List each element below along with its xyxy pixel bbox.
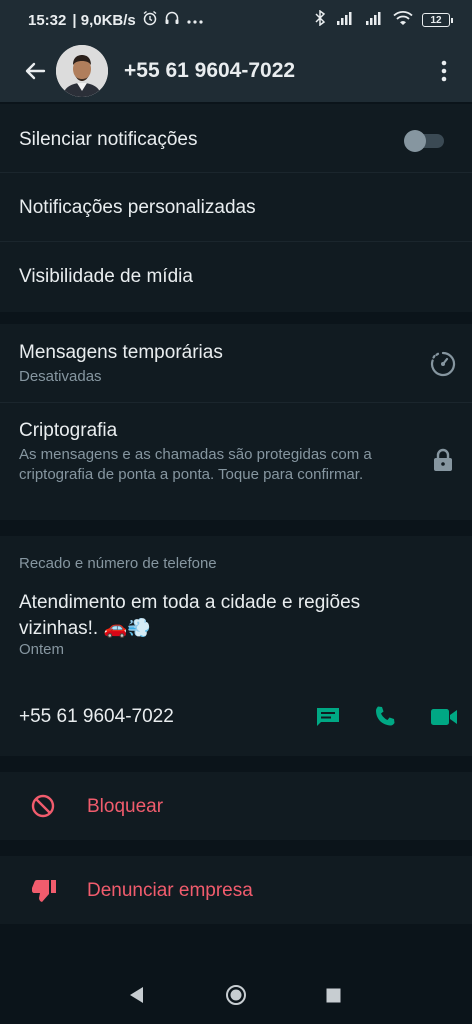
- media-visibility-row[interactable]: Visibilidade de mídia: [0, 242, 472, 312]
- block-label: Bloquear: [87, 796, 164, 817]
- report-business-row[interactable]: Denunciar empresa: [0, 856, 472, 924]
- about-status-date: Ontem: [19, 641, 65, 658]
- alarm-icon: [142, 10, 158, 30]
- thumbs-down-icon: [31, 879, 57, 908]
- mute-notifications-row[interactable]: Silenciar notificações: [0, 104, 472, 172]
- notification-settings-section: Silenciar notificações Notificações pers…: [0, 104, 472, 312]
- privacy-section: Mensagens temporárias Desativadas Cripto…: [0, 324, 472, 520]
- about-and-phone-section: Recado e número de telefone Atendimento …: [0, 536, 472, 756]
- status-bar: 15:32 | 9,0KB/s 12: [0, 0, 472, 40]
- wifi-icon: [393, 10, 413, 30]
- network-speed: | 9,0KB/s: [72, 11, 136, 29]
- report-business-label: Denunciar empresa: [87, 880, 253, 901]
- media-visibility-label: Visibilidade de mídia: [19, 266, 193, 287]
- contact-name[interactable]: +55 61 9604-7022: [124, 59, 295, 83]
- nav-back-icon[interactable]: [128, 986, 144, 1009]
- bluetooth-icon: [314, 9, 326, 30]
- avatar[interactable]: [56, 45, 108, 97]
- phone-number-row[interactable]: +55 61 9604-7022: [0, 686, 472, 746]
- disappearing-messages-title: Mensagens temporárias: [19, 342, 223, 363]
- custom-notifications-row[interactable]: Notificações personalizadas: [0, 173, 472, 241]
- mute-notifications-label: Silenciar notificações: [19, 129, 198, 150]
- status-time: 15:32: [28, 11, 67, 29]
- about-section-title: Recado e número de telefone: [19, 555, 217, 572]
- timer-icon: [430, 351, 456, 382]
- more-notifications-icon: [186, 12, 204, 29]
- encryption-title: Criptografia: [19, 420, 118, 441]
- more-options-icon[interactable]: [434, 56, 454, 86]
- encryption-description: As mensagens e as chamadas são protegida…: [19, 446, 372, 483]
- system-navigation-bar: [0, 960, 472, 1024]
- about-status-text[interactable]: Atendimento em toda a cidade e regiões v…: [19, 590, 419, 642]
- phone-number[interactable]: +55 61 9604-7022: [19, 706, 174, 728]
- back-arrow-icon[interactable]: [20, 56, 50, 86]
- message-icon[interactable]: [315, 706, 341, 733]
- nav-recents-icon[interactable]: [326, 988, 341, 1008]
- custom-notifications-label: Notificações personalizadas: [19, 197, 256, 218]
- disappearing-messages-status: Desativadas: [19, 368, 102, 385]
- disappearing-messages-row[interactable]: Mensagens temporárias Desativadas: [0, 324, 472, 402]
- signal-icon-2: [364, 11, 384, 29]
- mute-notifications-toggle[interactable]: [404, 130, 444, 152]
- block-row[interactable]: Bloquear: [0, 772, 472, 840]
- signal-icon: [335, 11, 355, 29]
- battery-icon: 12: [422, 13, 453, 27]
- block-icon: [31, 794, 55, 823]
- voice-call-icon[interactable]: [374, 705, 396, 732]
- contact-info-header: +55 61 9604-7022: [0, 40, 472, 102]
- nav-home-icon[interactable]: [225, 984, 247, 1011]
- video-call-icon[interactable]: [430, 708, 458, 731]
- lock-icon: [433, 448, 453, 477]
- encryption-row[interactable]: Criptografia As mensagens e as chamadas …: [0, 403, 472, 520]
- headset-icon: [164, 10, 180, 30]
